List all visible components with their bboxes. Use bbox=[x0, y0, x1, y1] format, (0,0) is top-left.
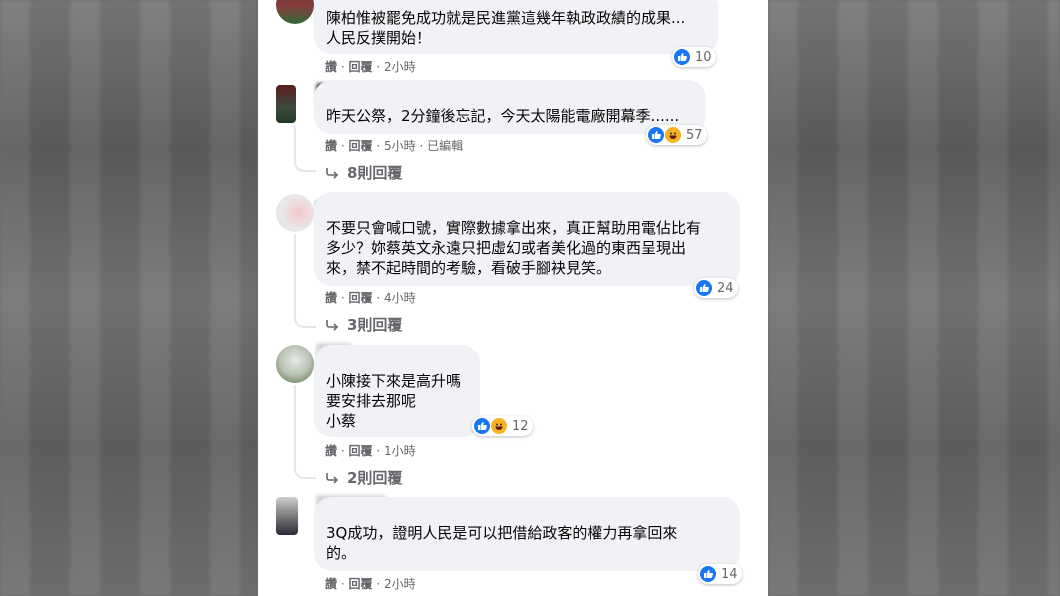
like-button[interactable]: 讚 bbox=[325, 60, 337, 74]
comment-bubble: 陳柏惟被罷免成功就是民進黨這幾年執政政績的成果... 人民反撲開始！ bbox=[314, 0, 718, 54]
edited-label: 已編輯 bbox=[427, 139, 464, 153]
comment-actions: 讚 · 回覆 · 1小時 bbox=[325, 444, 416, 458]
reply-button[interactable]: 回覆 bbox=[348, 291, 372, 305]
comment-text: 昨天公祭，2分鐘後忘記，今天太陽能電廠開幕季...... bbox=[326, 107, 680, 125]
avatar[interactable] bbox=[276, 345, 314, 383]
reaction-summary[interactable]: 24 bbox=[694, 278, 738, 298]
timestamp[interactable]: 1小時 bbox=[384, 444, 416, 458]
comment-text: 小陳接下來是高升嗎 要安排去那呢 小蔡 bbox=[326, 372, 462, 430]
reaction-count: 24 bbox=[717, 280, 734, 296]
comment-bubble: 昨天公祭，2分鐘後忘記，今天太陽能電廠開幕季...... bbox=[314, 80, 706, 134]
comment-actions: 讚 · 回覆 · 5小時 · 已編輯 bbox=[325, 139, 464, 153]
reaction-summary[interactable]: 10 bbox=[672, 47, 716, 67]
like-button[interactable]: 讚 bbox=[325, 577, 337, 591]
comment-text: 不要只會喊口號，實際數據拿出來，真正幫助用電佔比有 多少？妳蔡英文永遠只把虛幻或… bbox=[326, 219, 702, 277]
reply-button[interactable]: 回覆 bbox=[348, 444, 372, 458]
blurred-background-left bbox=[0, 0, 258, 596]
timestamp[interactable]: 4小時 bbox=[384, 291, 416, 305]
thread-connector bbox=[294, 385, 316, 479]
view-replies-link[interactable]: 3則回覆 bbox=[325, 314, 402, 335]
comment-bubble: 3Q成功，證明人民是可以把借給政客的權力再拿回來 的。 bbox=[314, 497, 740, 571]
timestamp[interactable]: 2小時 bbox=[384, 60, 416, 74]
thread-connector bbox=[294, 234, 316, 328]
thread-connector bbox=[294, 126, 316, 172]
comment-text: 3Q成功，證明人民是可以把借給政客的權力再拿回來 的。 bbox=[326, 524, 678, 562]
reply-arrow-icon bbox=[326, 167, 339, 179]
like-button[interactable]: 讚 bbox=[325, 139, 337, 153]
like-button[interactable]: 讚 bbox=[325, 291, 337, 305]
reply-button[interactable]: 回覆 bbox=[348, 60, 372, 74]
like-icon bbox=[474, 418, 490, 434]
reaction-count: 12 bbox=[512, 418, 529, 434]
reaction-count: 10 bbox=[695, 49, 712, 65]
timestamp[interactable]: 2小時 bbox=[384, 577, 416, 591]
comment-text: 陳柏惟被罷免成功就是民進黨這幾年執政政績的成果... 人民反撲開始！ bbox=[326, 9, 686, 47]
reaction-count: 14 bbox=[721, 566, 738, 582]
comment-actions: 讚 · 回覆 · 2小時 bbox=[325, 577, 416, 591]
avatar[interactable] bbox=[276, 194, 314, 232]
reaction-summary[interactable]: 12 bbox=[472, 416, 533, 436]
like-icon bbox=[674, 49, 690, 65]
reaction-count: 57 bbox=[686, 127, 703, 143]
comment-bubble: 不要只會喊口號，實際數據拿出來，真正幫助用電佔比有 多少？妳蔡英文永遠只把虛幻或… bbox=[314, 192, 740, 286]
replies-count-label: 3則回覆 bbox=[347, 316, 403, 334]
reply-button[interactable]: 回覆 bbox=[348, 577, 372, 591]
haha-icon bbox=[491, 418, 507, 434]
blurred-background-right bbox=[768, 0, 1060, 596]
avatar[interactable] bbox=[276, 85, 296, 123]
comment-actions: 讚 · 回覆 · 2小時 bbox=[325, 60, 416, 74]
timestamp[interactable]: 5小時 bbox=[384, 139, 416, 153]
replies-count-label: 2則回覆 bbox=[347, 469, 403, 487]
reaction-summary[interactable]: 57 bbox=[646, 125, 707, 145]
comment-bubble: 小陳接下來是高升嗎 要安排去那呢 小蔡 bbox=[314, 345, 480, 437]
view-replies-link[interactable]: 8則回覆 bbox=[325, 162, 402, 183]
reaction-summary[interactable]: 14 bbox=[698, 564, 742, 584]
view-replies-link[interactable]: 2則回覆 bbox=[325, 467, 402, 488]
like-button[interactable]: 讚 bbox=[325, 444, 337, 458]
avatar[interactable] bbox=[276, 0, 314, 24]
replies-count-label: 8則回覆 bbox=[347, 164, 403, 182]
comment-feed: 陳柏惟被罷免成功就是民進黨這幾年執政政績的成果... 人民反撲開始！ 10 讚 … bbox=[258, 0, 768, 596]
reply-arrow-icon bbox=[326, 472, 339, 484]
reply-arrow-icon bbox=[326, 319, 339, 331]
like-icon bbox=[696, 280, 712, 296]
comment-actions: 讚 · 回覆 · 4小時 bbox=[325, 291, 416, 305]
like-icon bbox=[648, 127, 664, 143]
haha-icon bbox=[665, 127, 681, 143]
reply-button[interactable]: 回覆 bbox=[348, 139, 372, 153]
avatar[interactable] bbox=[276, 497, 298, 535]
like-icon bbox=[700, 566, 716, 582]
